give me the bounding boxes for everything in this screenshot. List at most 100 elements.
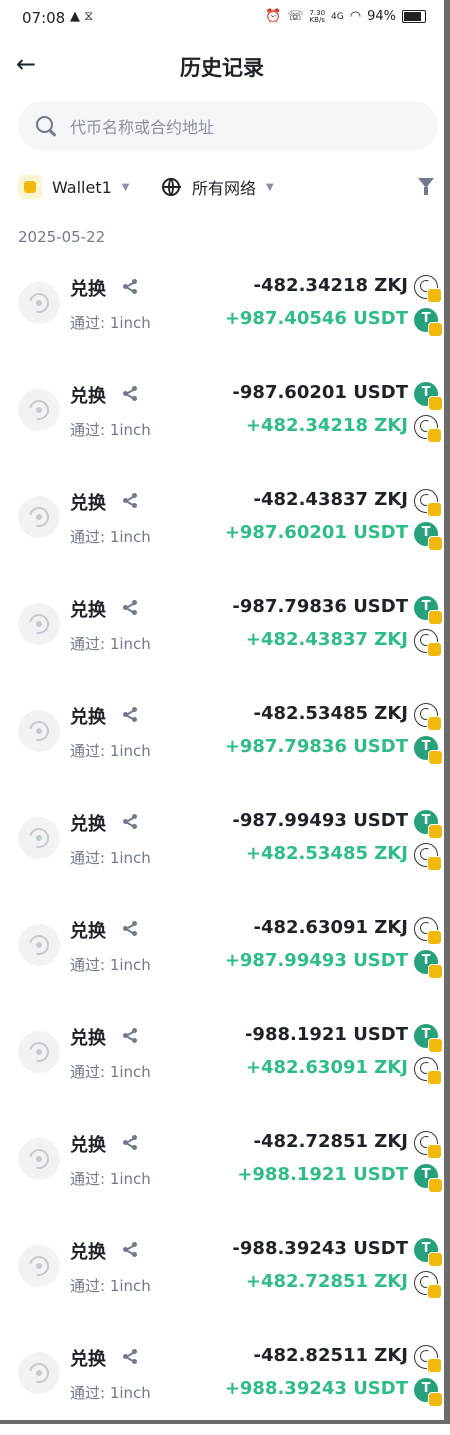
- transaction-row[interactable]: 兑换通过: 1inch -988.1921 USDT +482.63091 ZKJ: [0, 1007, 444, 1114]
- swap-icon: [18, 496, 60, 538]
- tx-via: 通过: 1inch: [70, 956, 151, 974]
- share-icon[interactable]: [122, 1027, 138, 1043]
- tx-via: 通过: 1inch: [70, 1277, 151, 1295]
- zkj-token-icon: [414, 1057, 442, 1085]
- usdt-token-icon: [414, 736, 443, 765]
- share-icon[interactable]: [122, 706, 138, 722]
- tx-type: 兑换: [70, 814, 106, 835]
- zkj-token-icon: [414, 489, 442, 517]
- tx-amount-out: -987.99493 USDT: [232, 810, 408, 831]
- tx-type: 兑换: [70, 921, 106, 942]
- network-selector[interactable]: 所有网络 ▼: [162, 172, 274, 202]
- swap-icon: [18, 1352, 60, 1394]
- transaction-row[interactable]: 兑换 通过: 1inch -482.34218 ZKJ +987.40546 USDT: [0, 258, 444, 365]
- share-icon[interactable]: [122, 599, 138, 615]
- transaction-row[interactable]: 兑换 通过: 1inch -482.72851 ZKJ +988.1921 USDT: [0, 1114, 444, 1221]
- transaction-row[interactable]: 兑换通过: 1inch -987.99493 USDT +482.53485 ZKJ: [0, 793, 444, 900]
- usdt-token-icon: [414, 810, 443, 839]
- share-icon[interactable]: [122, 920, 138, 936]
- share-icon[interactable]: [122, 813, 138, 829]
- transaction-row[interactable]: 兑换通过: 1inch -988.39243 USDT +482.72851 ZKJ: [0, 1221, 444, 1328]
- wallet-label: Wallet1: [52, 177, 112, 197]
- transaction-list: 兑换 通过: 1inch -482.34218 ZKJ +987.40546 USDT…: [0, 258, 444, 1435]
- filter-icon[interactable]: [418, 178, 434, 195]
- zkj-token-icon: [414, 629, 442, 657]
- tx-via: 通过: 1inch: [70, 635, 151, 653]
- tx-via: 通过: 1inch: [70, 1063, 151, 1081]
- tx-amount-in: +482.63091 ZKJ: [245, 1057, 408, 1078]
- share-icon[interactable]: [122, 492, 138, 508]
- tx-amount-out: -482.43837 ZKJ: [253, 489, 408, 510]
- swap-icon: [18, 1031, 60, 1073]
- call-icon: ☏: [287, 9, 304, 24]
- transaction-row[interactable]: 兑换通过: 1inch -987.60201 USDT +482.34218 ZKJ: [0, 365, 444, 472]
- swap-icon: [18, 603, 60, 645]
- swap-icon: [18, 1245, 60, 1287]
- swap-icon: [18, 710, 60, 752]
- tx-via: 通过: 1inch: [70, 849, 151, 867]
- network-label: 所有网络: [192, 179, 257, 198]
- tx-type: 兑换: [70, 1242, 106, 1263]
- wallet-selector[interactable]: Wallet1 ▼: [18, 172, 130, 202]
- tx-type: 兑换: [70, 707, 106, 728]
- tx-type: 兑换: [70, 1135, 106, 1156]
- search-bar[interactable]: [18, 101, 438, 153]
- share-icon[interactable]: [122, 1348, 138, 1364]
- transaction-row[interactable]: 兑换通过: 1inch -987.79836 USDT +482.43837 ZKJ: [0, 579, 444, 686]
- tx-amount-in: +482.34218 ZKJ: [245, 415, 408, 436]
- tx-amount-out: -482.53485 ZKJ: [253, 703, 408, 724]
- zkj-token-icon: [414, 1131, 442, 1159]
- share-icon[interactable]: [122, 1134, 138, 1150]
- tx-amount-in: +987.60201 USDT: [224, 522, 408, 543]
- chevron-down-icon: ▼: [266, 181, 274, 193]
- battery-icon: [402, 10, 426, 23]
- tx-amount-out: -482.63091 ZKJ: [253, 917, 408, 938]
- zkj-token-icon: [414, 917, 442, 945]
- transaction-row[interactable]: 兑换通过: 1inch -482.63091 ZKJ +987.99493 USDT: [0, 900, 444, 1007]
- tx-amount-in: +987.79836 USDT: [224, 736, 408, 757]
- status-bar: 07:08 ▲ ⧖ ⏰ ☏ 7.30 KB/s 4G ◠ 94%: [0, 0, 444, 36]
- status-time: 07:08: [22, 9, 66, 27]
- tx-amount-out: -482.34218 ZKJ: [253, 275, 408, 296]
- zkj-token-icon: [414, 275, 442, 303]
- tx-type: 兑换: [70, 600, 106, 621]
- tx-amount-out: -987.60201 USDT: [232, 382, 408, 403]
- tx-amount-out: -482.72851 ZKJ: [253, 1131, 408, 1152]
- usdt-token-icon: [414, 522, 443, 551]
- alarm-icon: ⏰: [265, 9, 282, 24]
- share-icon[interactable]: [122, 385, 138, 401]
- swap-icon: [18, 389, 60, 431]
- wifi-icon: ◠: [349, 9, 362, 24]
- share-icon[interactable]: [122, 1241, 138, 1257]
- tx-via: 通过: 1inch: [70, 742, 151, 760]
- network-speed: 7.30 KB/s: [309, 8, 326, 24]
- transaction-row[interactable]: 兑换 通过: 1inch -482.82511 ZKJ +988.39243 USDT: [0, 1328, 444, 1435]
- tx-type: 兑换: [70, 1349, 106, 1370]
- search-input[interactable]: [68, 101, 432, 153]
- tx-amount-in: +987.99493 USDT: [224, 950, 408, 971]
- share-icon[interactable]: [122, 278, 138, 294]
- usdt-token-icon: [414, 382, 443, 411]
- globe-icon: [162, 178, 181, 196]
- tx-via: 通过: 1inch: [70, 421, 151, 439]
- tx-type: 兑换: [70, 1028, 106, 1049]
- tx-type: 兑换: [70, 279, 106, 300]
- usdt-token-icon: [414, 1164, 443, 1193]
- tx-amount-in: +987.40546 USDT: [224, 308, 408, 329]
- tx-type: 兑换: [70, 493, 106, 514]
- search-icon: [36, 116, 53, 133]
- zkj-token-icon: [414, 843, 442, 871]
- transaction-row[interactable]: 兑换 通过: 1inch -482.43837 ZKJ +987.60201 USDT: [0, 472, 444, 579]
- status-right: ⏰ ☏ 7.30 KB/s 4G ◠ 94%: [265, 9, 426, 24]
- swap-icon: [18, 924, 60, 966]
- tx-via: 通过: 1inch: [70, 1384, 151, 1402]
- swap-icon: [18, 282, 60, 324]
- usdt-token-icon: [414, 1238, 443, 1267]
- tx-via: 通过: 1inch: [70, 1170, 151, 1188]
- zkj-token-icon: [414, 415, 442, 443]
- signal-icon: 4G: [331, 11, 344, 22]
- transaction-row[interactable]: 兑换通过: 1inch -482.53485 ZKJ +987.79836 USDT: [0, 686, 444, 793]
- usdt-token-icon: [414, 308, 443, 337]
- swap-icon: [18, 817, 60, 859]
- usdt-token-icon: [414, 950, 443, 979]
